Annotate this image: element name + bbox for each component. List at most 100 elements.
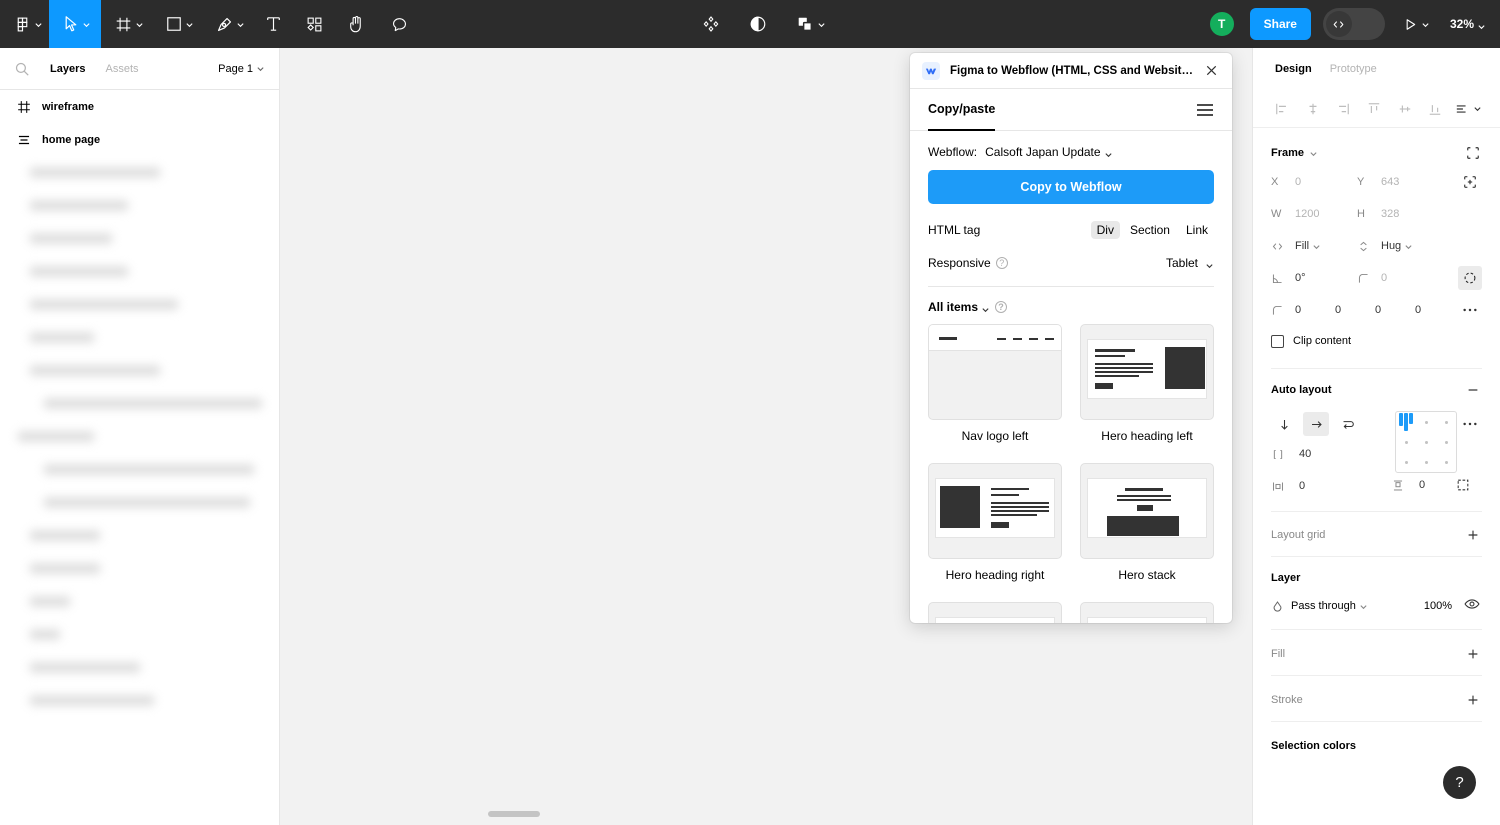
layer-row-obscured[interactable] (0, 651, 279, 684)
arrow-right-icon[interactable] (1303, 412, 1329, 436)
thumbnail-hero-heading-left[interactable] (1080, 324, 1214, 420)
layer-row-obscured[interactable] (0, 420, 279, 453)
tab-prototype[interactable]: Prototype (1330, 63, 1377, 75)
horizontal-resizing-dropdown[interactable]: Fill (1271, 240, 1357, 253)
minus-icon[interactable] (1464, 381, 1482, 399)
layer-row-obscured[interactable] (0, 552, 279, 585)
zoom-control[interactable]: 32% (1450, 17, 1486, 31)
layer-row-obscured[interactable] (0, 519, 279, 552)
comment-tool-icon[interactable] (378, 0, 421, 48)
pen-tool-icon[interactable] (202, 0, 253, 48)
chevron-down-icon[interactable] (1421, 20, 1430, 29)
horizontal-padding-field[interactable]: 0 (1271, 480, 1327, 493)
y-field[interactable]: Y 643 (1357, 176, 1443, 188)
align-left-icon[interactable] (1271, 98, 1293, 120)
thumbnail-hero-stack[interactable] (1080, 463, 1214, 559)
move-tool-icon[interactable] (49, 0, 101, 48)
layer-row-obscured[interactable] (0, 189, 279, 222)
w-field[interactable]: W 1200 (1271, 208, 1357, 220)
chevron-down-icon[interactable] (1477, 20, 1486, 29)
frame-tool-icon[interactable] (101, 0, 152, 48)
vertical-padding-field[interactable]: 0 (1391, 479, 1425, 492)
align-cell-mid-center[interactable] (1416, 432, 1436, 452)
gap-field[interactable]: 40 (1271, 439, 1389, 469)
thumbnail-partial-b[interactable] (1080, 602, 1214, 623)
html-tag-link[interactable]: Link (1180, 221, 1214, 239)
align-cell-bottom-right[interactable] (1436, 452, 1456, 472)
hand-tool-icon[interactable] (335, 0, 378, 48)
align-cell-top-left[interactable] (1396, 412, 1416, 432)
align-vertical-center-icon[interactable] (1394, 98, 1416, 120)
layer-row-obscured[interactable] (0, 684, 279, 717)
text-tool-icon[interactable] (253, 0, 294, 48)
align-horizontal-center-icon[interactable] (1302, 98, 1324, 120)
chevron-down-icon[interactable] (135, 20, 144, 29)
layer-row-obscured[interactable] (0, 354, 279, 387)
plus-icon[interactable] (1464, 691, 1482, 709)
layer-row-obscured[interactable] (0, 618, 279, 651)
page-selector[interactable]: Page 1 (218, 63, 265, 75)
layer-row[interactable]: wireframe (0, 90, 279, 123)
eye-icon[interactable] (1464, 597, 1482, 615)
layer-row-obscured[interactable] (0, 453, 279, 486)
align-cell-top-center[interactable] (1416, 412, 1436, 432)
layer-row-obscured[interactable] (0, 585, 279, 618)
corner-bottom-right-value[interactable]: 0 (1375, 304, 1411, 316)
copy-to-webflow-button[interactable]: Copy to Webflow (928, 170, 1214, 204)
chevron-down-icon[interactable] (1309, 149, 1318, 158)
align-cell-bottom-left[interactable] (1396, 452, 1416, 472)
more-options-icon[interactable] (1458, 298, 1482, 322)
align-cell-mid-left[interactable] (1396, 432, 1416, 452)
corner-top-left-value[interactable]: 0 (1295, 304, 1331, 316)
search-icon[interactable] (14, 61, 30, 77)
layer-row-obscured[interactable] (0, 288, 279, 321)
chevron-down-icon[interactable] (185, 20, 194, 29)
responsive-dropdown[interactable]: Tablet (1166, 256, 1214, 270)
corner-radius-field[interactable]: 0 (1357, 272, 1443, 285)
chevron-down-icon[interactable] (34, 20, 43, 29)
plus-icon[interactable] (1464, 645, 1482, 663)
layer-row-obscured[interactable] (0, 156, 279, 189)
actions-icon[interactable] (784, 0, 836, 48)
layer-row[interactable]: home page (0, 123, 279, 156)
figma-menu-icon[interactable] (0, 0, 49, 48)
tab-copy-paste[interactable]: Copy/paste (928, 89, 996, 131)
shape-tool-icon[interactable] (152, 0, 202, 48)
present-button[interactable] (1403, 17, 1430, 32)
x-field[interactable]: X 0 (1271, 176, 1357, 188)
hamburger-menu-icon[interactable] (1196, 103, 1214, 117)
align-right-icon[interactable] (1332, 98, 1354, 120)
collapse-icon[interactable] (1464, 144, 1482, 162)
chevron-down-icon[interactable] (817, 20, 826, 29)
corner-bottom-left-value[interactable]: 0 (1415, 304, 1451, 316)
align-top-icon[interactable] (1363, 98, 1385, 120)
independent-corners-icon[interactable] (1458, 266, 1482, 290)
thumbnail-nav-logo-left[interactable] (928, 324, 1062, 420)
tab-layers[interactable]: Layers (50, 63, 85, 75)
tab-design[interactable]: Design (1275, 63, 1312, 75)
plugins-icon[interactable] (690, 0, 732, 48)
auto-layout-alignment-picker[interactable] (1395, 411, 1457, 473)
layer-row-obscured[interactable] (0, 387, 279, 420)
share-button[interactable]: Share (1249, 8, 1311, 40)
close-icon[interactable] (1204, 63, 1220, 79)
blend-mode-dropdown[interactable]: Pass through (1291, 600, 1368, 612)
resize-to-fit-icon[interactable] (1458, 170, 1482, 194)
help-button[interactable]: ? (1443, 766, 1476, 799)
html-tag-div[interactable]: Div (1090, 221, 1120, 239)
thumbnail-partial-a[interactable] (928, 602, 1062, 623)
help-icon[interactable]: ? (995, 301, 1008, 313)
layer-row-obscured[interactable] (0, 486, 279, 519)
vertical-resizing-dropdown[interactable]: Hug (1357, 240, 1443, 253)
plus-icon[interactable] (1464, 526, 1482, 544)
dev-mode-toggle[interactable] (1322, 8, 1385, 40)
html-tag-section[interactable]: Section (1124, 221, 1176, 239)
align-cell-top-right[interactable] (1436, 412, 1456, 432)
contrast-icon[interactable] (732, 0, 784, 48)
corner-top-right-value[interactable]: 0 (1335, 304, 1371, 316)
avatar[interactable]: T (1207, 10, 1236, 38)
align-bottom-icon[interactable] (1424, 98, 1446, 120)
align-cell-bottom-center[interactable] (1416, 452, 1436, 472)
chevron-down-icon[interactable] (82, 20, 91, 29)
items-filter-dropdown[interactable]: All items (928, 300, 990, 314)
